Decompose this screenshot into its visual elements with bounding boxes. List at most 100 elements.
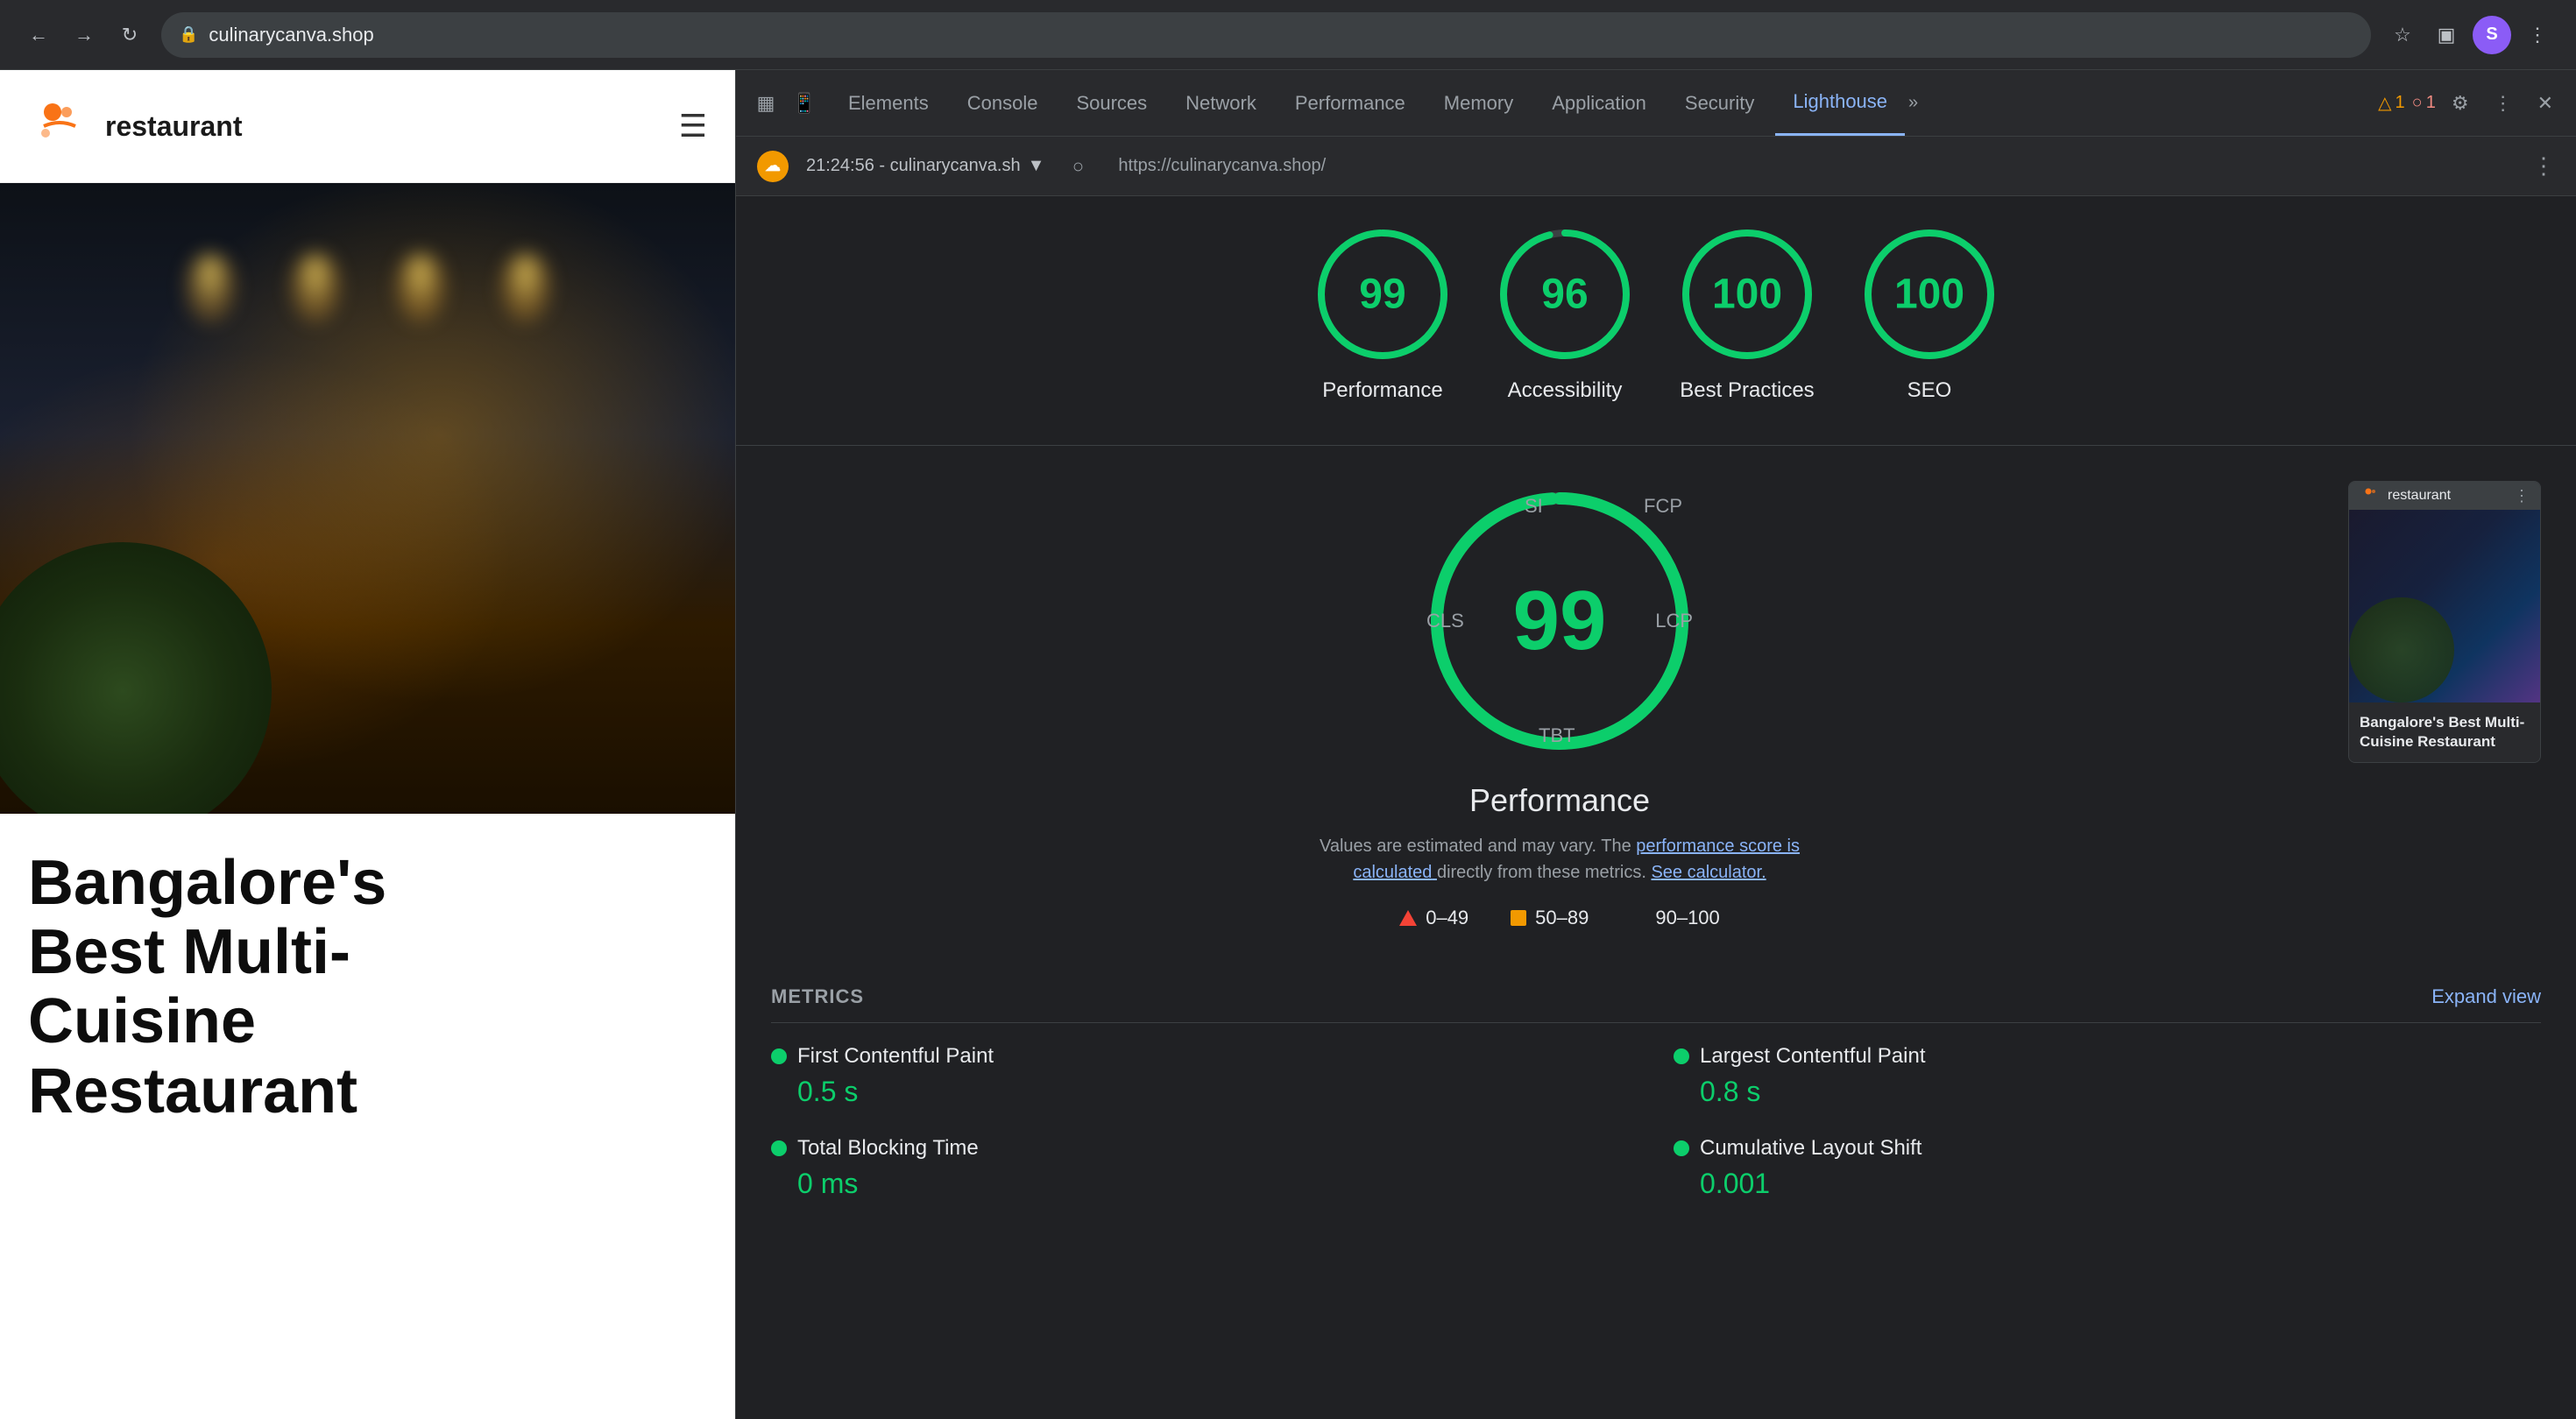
calculator-link[interactable]: See calculator.	[1651, 863, 1766, 882]
seo-score-number: 100	[1894, 271, 1964, 319]
tab-performance[interactable]: Performance	[1277, 70, 1423, 136]
performance-score-number: 99	[1359, 271, 1405, 319]
devtools-tab-icons: ▦ 📱	[750, 88, 820, 119]
score-circle-performance: 99	[1313, 224, 1453, 364]
bookmark-button[interactable]: ☆	[2385, 18, 2420, 53]
legend-item-good: 90–100	[1631, 907, 1719, 929]
thumb-restaurant-title: Bangalore's Best Multi-Cuisine Restauran…	[2360, 714, 2524, 750]
close-devtools-icon[interactable]: ✕	[2529, 87, 2562, 120]
legend-triangle-icon	[1399, 910, 1417, 926]
more-options-icon[interactable]: ⋮	[2485, 87, 2522, 120]
browser-chrome: ← → ↻ 🔒 culinarycanva.shop ☆ ▣ S ⋮	[0, 0, 2576, 70]
tab-elements[interactable]: Elements	[831, 70, 946, 136]
nav-buttons: ← → ↻	[21, 18, 147, 53]
legend-item-medium: 50–89	[1511, 907, 1589, 929]
score-circle-accessibility: 96	[1495, 224, 1635, 364]
device-icon[interactable]: 📱	[789, 88, 820, 119]
tab-network[interactable]: Network	[1168, 70, 1274, 136]
score-performance: 99 Performance	[1313, 224, 1453, 403]
error-badge: ○ 1	[2412, 93, 2436, 113]
forward-button[interactable]: →	[67, 18, 102, 53]
scores-row: 99 Performance 96 Accessibility	[771, 224, 2541, 403]
score-circle-seo: 100	[1859, 224, 1999, 364]
user-avatar[interactable]: S	[2473, 16, 2511, 54]
lighthouse-content: 99 Performance 96 Accessibility	[736, 196, 2576, 1419]
restaurant-logo: restaurant	[28, 95, 243, 158]
hamburger-menu-icon[interactable]: ☰	[679, 108, 707, 145]
food-overlay	[0, 542, 272, 814]
tab-console[interactable]: Console	[950, 70, 1056, 136]
expand-view-button[interactable]: Expand view	[2431, 985, 2541, 1008]
metrics-header: METRICS Expand view	[771, 985, 2541, 1023]
metric-tbt-name: Total Blocking Time	[797, 1136, 979, 1161]
metric-tbt-label-row: Total Blocking Time	[771, 1136, 1638, 1161]
hero-image	[0, 183, 735, 814]
lighthouse-icon: ☁	[757, 151, 789, 182]
gauge-title: Performance	[1469, 782, 1650, 819]
address-bar[interactable]: 🔒 culinarycanva.shop	[161, 12, 2371, 58]
website-hero	[0, 183, 735, 814]
seo-score-label: SEO	[1907, 378, 1952, 403]
warning-badge: △ 1	[2378, 92, 2405, 114]
tab-application[interactable]: Application	[1534, 70, 1664, 136]
best-practices-score-number: 100	[1712, 271, 1782, 319]
screenshot-thumbnail: restaurant ⋮ Bangalore's Best Multi-Cuis…	[2348, 481, 2541, 763]
toolbar-more-icon[interactable]: ⋮	[2532, 152, 2555, 180]
website-header: restaurant ☰	[0, 70, 735, 183]
tab-lighthouse[interactable]: Lighthouse	[1775, 70, 1905, 136]
reload-button[interactable]: ↻	[112, 18, 147, 53]
metric-tbt: Total Blocking Time 0 ms	[771, 1136, 1638, 1200]
divider-top	[736, 445, 2576, 446]
back-button[interactable]: ←	[21, 18, 56, 53]
gauge-labels: SI FCP CLS LCP TBT	[1419, 481, 1700, 761]
timestamp-dropdown[interactable]: 21:24:56 - culinarycanva.sh ▼	[806, 156, 1044, 176]
website-panel: restaurant ☰ Bangalore's Best Multi- Cui…	[0, 70, 736, 1419]
thumb-content: Bangalore's Best Multi-Cuisine Restauran…	[2349, 702, 2540, 762]
metric-lcp-label-row: Largest Contentful Paint	[1674, 1044, 2541, 1069]
website-content: Bangalore's Best Multi- Cuisine Restaura…	[0, 814, 735, 1161]
metric-tbt-dot	[771, 1140, 787, 1156]
metric-fcp-value: 0.5 s	[771, 1076, 1638, 1108]
restaurant-name: restaurant	[105, 110, 243, 143]
thumb-image	[2349, 510, 2540, 702]
score-accessibility: 96 Accessibility	[1495, 224, 1635, 403]
accessibility-score-number: 96	[1541, 271, 1588, 319]
large-gauge: 99 SI FCP CLS LCP TBT	[1419, 481, 1700, 761]
extensions-button[interactable]: ▣	[2429, 18, 2464, 53]
error-circle-icon: ○	[2412, 93, 2423, 113]
metrics-section: METRICS Expand view First Contentful Pai…	[771, 985, 2541, 1200]
metric-cls-label-row: Cumulative Layout Shift	[1674, 1136, 2541, 1161]
logo-icon	[28, 95, 91, 158]
main-layout: restaurant ☰ Bangalore's Best Multi- Cui…	[0, 70, 2576, 1419]
more-tabs-icon[interactable]: »	[1908, 93, 1918, 113]
tab-security[interactable]: Security	[1667, 70, 1772, 136]
gauge-description: Values are estimated and may vary. The p…	[1288, 833, 1831, 886]
gauge-label-cls: CLS	[1426, 610, 1464, 632]
metric-tbt-value: 0 ms	[771, 1168, 1638, 1200]
score-seo: 100 SEO	[1859, 224, 1999, 403]
score-best-practices: 100 Best Practices	[1677, 224, 1817, 403]
legend-item-bad: 0–49	[1399, 907, 1468, 929]
best-practices-score-label: Best Practices	[1680, 378, 1814, 403]
tab-sources[interactable]: Sources	[1058, 70, 1164, 136]
legend-row: 0–49 50–89 90–100	[1399, 907, 1720, 929]
devtools-actions: △ 1 ○ 1 ⚙ ⋮ ✕	[2378, 87, 2562, 120]
metric-cls-dot	[1674, 1140, 1689, 1156]
settings-icon[interactable]: ⚙	[2443, 87, 2478, 120]
gauge-label-tbt: TBT	[1539, 724, 1575, 747]
inspector-icon[interactable]: ▦	[750, 88, 782, 119]
legend-square-icon	[1511, 910, 1526, 926]
clear-button[interactable]: ○	[1062, 151, 1093, 182]
devtools-panel: ▦ 📱 Elements Console Sources Network Per…	[736, 70, 2576, 1419]
metric-fcp: First Contentful Paint 0.5 s	[771, 1044, 1638, 1108]
metric-lcp: Largest Contentful Paint 0.8 s	[1674, 1044, 2541, 1108]
metric-fcp-label-row: First Contentful Paint	[771, 1044, 1638, 1069]
thumb-more-icon: ⋮	[2514, 487, 2530, 505]
metrics-title: METRICS	[771, 985, 864, 1008]
performance-score-label: Performance	[1322, 378, 1442, 403]
gauge-label-si: SI	[1525, 495, 1543, 518]
tab-memory[interactable]: Memory	[1426, 70, 1531, 136]
menu-button[interactable]: ⋮	[2520, 18, 2555, 53]
metric-lcp-value: 0.8 s	[1674, 1076, 2541, 1108]
thumb-header: restaurant ⋮	[2349, 482, 2540, 510]
